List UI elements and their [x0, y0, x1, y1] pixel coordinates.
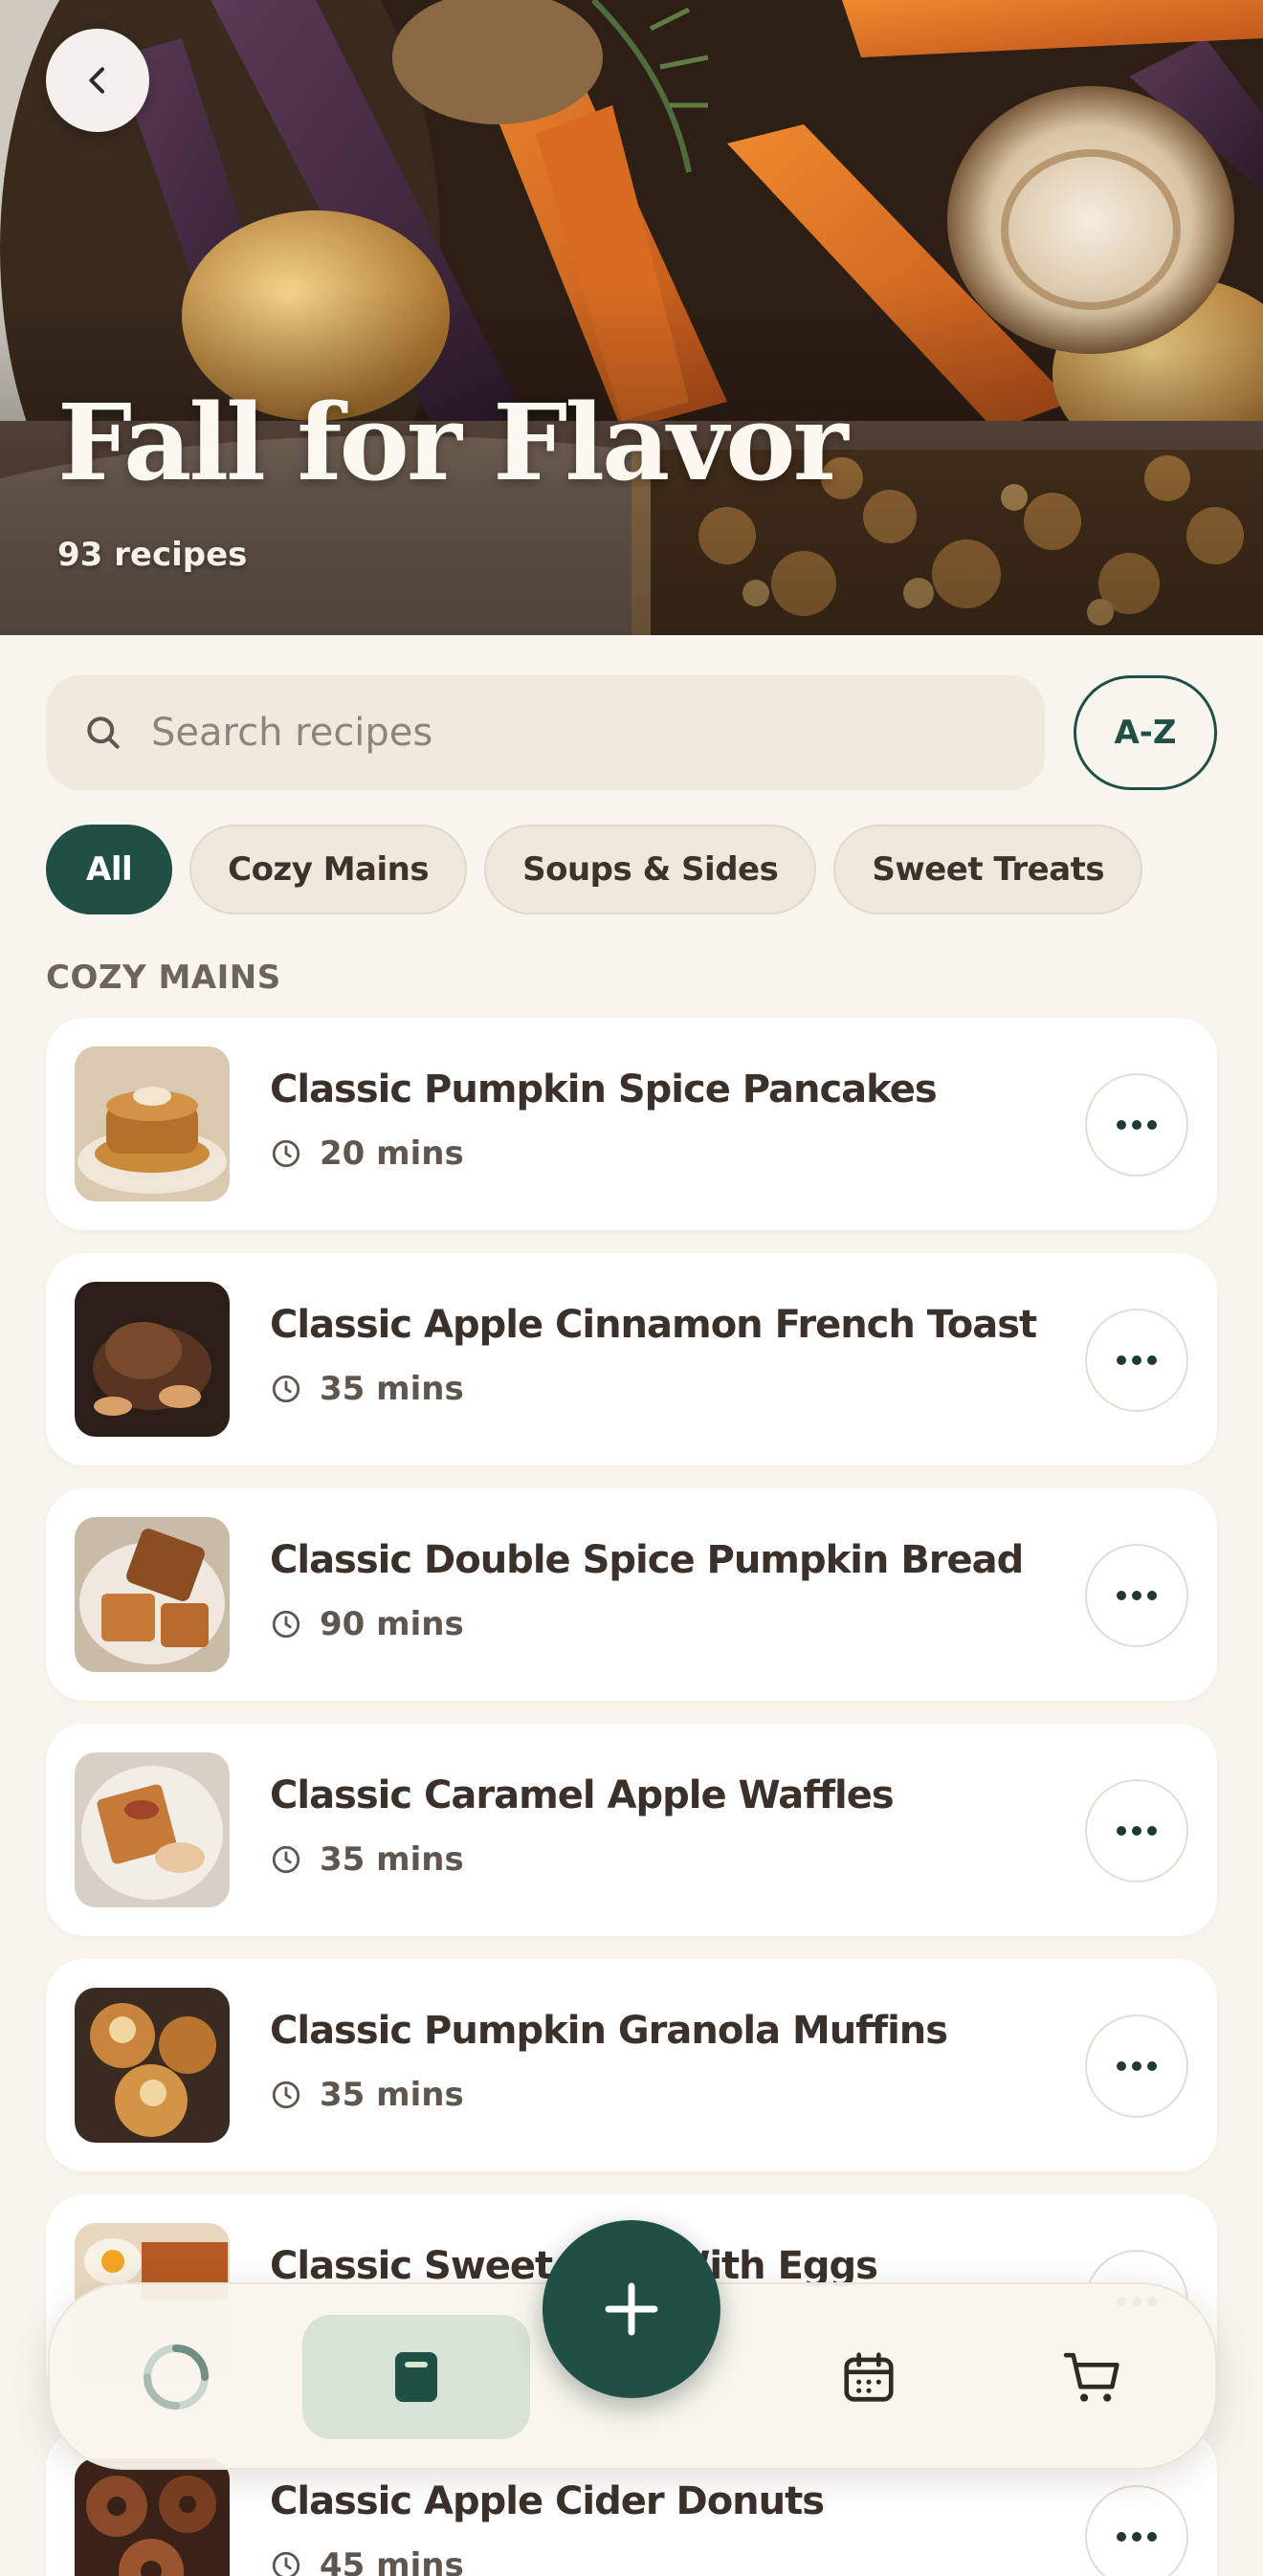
recipe-time-label: 35 mins — [320, 1840, 464, 1879]
recipe-thumbnail — [75, 1988, 230, 2143]
more-options-button[interactable] — [1085, 2485, 1188, 2576]
recipe-title: Classic Pumpkin Granola Muffins — [270, 2009, 948, 2053]
filter-chip-cozy-mains[interactable]: Cozy Mains — [189, 825, 468, 914]
plus-icon — [605, 2282, 658, 2336]
recipe-card[interactable]: Classic Caramel Apple Waffles 35 mins — [46, 1724, 1217, 1936]
more-dots-icon — [1117, 1826, 1157, 1836]
more-options-button[interactable] — [1085, 1544, 1188, 1647]
recipe-card[interactable]: Classic Pumpkin Spice Pancakes 20 mins — [46, 1018, 1217, 1230]
recipe-thumbnail — [75, 1046, 230, 1201]
more-dots-icon — [1117, 1591, 1157, 1600]
recipe-thumbnail — [75, 1517, 230, 1672]
loading-icon — [144, 2345, 209, 2410]
recipe-time: 35 mins — [270, 1370, 464, 1408]
nav-item-home[interactable] — [109, 2315, 243, 2439]
clock-icon — [272, 1139, 300, 1168]
section-heading: COZY MAINS — [46, 958, 281, 997]
filter-chips: All Cozy Mains Soups & Sides Sweet Treat… — [46, 825, 1143, 914]
recipe-count: 93 recipes — [57, 536, 248, 574]
clock-icon — [272, 1375, 300, 1403]
recipe-title: Classic Double Spice Pumpkin Bread — [270, 1538, 1024, 1582]
filter-chip-sweet-treats[interactable]: Sweet Treats — [833, 825, 1143, 914]
sort-az-button[interactable]: A-Z — [1074, 675, 1217, 790]
more-dots-icon — [1117, 2061, 1157, 2071]
book-icon — [395, 2352, 437, 2402]
search-icon — [87, 716, 120, 749]
clock-icon — [272, 1845, 300, 1874]
recipe-time: 90 mins — [270, 1605, 464, 1643]
more-dots-icon — [1117, 2532, 1157, 2542]
search-input[interactable] — [151, 711, 1012, 755]
more-options-button[interactable] — [1085, 1309, 1188, 1412]
recipe-time: 35 mins — [270, 2076, 464, 2114]
nav-item-planner[interactable] — [802, 2315, 936, 2439]
recipe-time-label: 20 mins — [320, 1134, 464, 1173]
recipe-title: Classic Apple Cinnamon French Toast — [270, 1303, 1037, 1347]
nav-item-recipes[interactable] — [302, 2315, 530, 2439]
recipe-thumbnail — [75, 1282, 230, 1437]
recipe-time-label: 90 mins — [320, 1605, 464, 1643]
clock-icon — [272, 2551, 300, 2576]
more-options-button[interactable] — [1085, 1779, 1188, 1882]
recipe-time-label: 35 mins — [320, 1370, 464, 1408]
recipe-card[interactable]: Classic Apple Cinnamon French Toast 35 m… — [46, 1253, 1217, 1465]
more-dots-icon — [1117, 1355, 1157, 1365]
recipe-title: Classic Apple Cider Donuts — [270, 2479, 825, 2523]
more-dots-icon — [1117, 1120, 1157, 1130]
more-options-button[interactable] — [1085, 2015, 1188, 2118]
add-recipe-button[interactable] — [543, 2220, 720, 2398]
calendar-icon — [844, 2352, 894, 2402]
recipe-card[interactable]: Classic Double Spice Pumpkin Bread 90 mi… — [46, 1488, 1217, 1701]
recipe-card[interactable]: Classic Pumpkin Granola Muffins 35 mins — [46, 1959, 1217, 2171]
filter-chip-all[interactable]: All — [46, 825, 173, 914]
hero-banner: Fall for Flavor 93 recipes — [0, 0, 1263, 635]
more-options-button[interactable] — [1085, 1073, 1188, 1177]
recipe-time: 20 mins — [270, 1134, 464, 1173]
chevron-left-icon — [89, 67, 104, 94]
recipe-thumbnail — [75, 1752, 230, 1907]
clock-icon — [272, 1610, 300, 1639]
recipe-title: Classic Pumpkin Spice Pancakes — [270, 1068, 938, 1112]
back-button[interactable] — [46, 29, 149, 132]
recipe-time-label: 35 mins — [320, 2076, 464, 2114]
recipe-thumbnail — [75, 2458, 230, 2576]
recipe-time: 45 mins — [270, 2546, 464, 2576]
page-title: Fall for Flavor — [57, 381, 849, 504]
search-bar[interactable] — [46, 675, 1045, 790]
nav-item-shopping[interactable] — [1026, 2315, 1160, 2439]
filter-chip-soups-sides[interactable]: Soups & Sides — [484, 825, 817, 914]
recipe-time: 35 mins — [270, 1840, 464, 1879]
cart-icon — [1063, 2352, 1119, 2402]
recipe-title: Classic Caramel Apple Waffles — [270, 1773, 895, 1817]
clock-icon — [272, 2081, 300, 2109]
recipe-time-label: 45 mins — [320, 2546, 464, 2576]
